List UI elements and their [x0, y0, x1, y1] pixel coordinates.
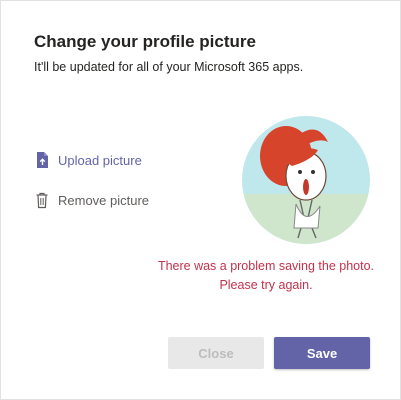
close-button[interactable]: Close — [168, 337, 264, 369]
upload-file-icon — [34, 151, 50, 169]
upload-picture-button[interactable]: Upload picture — [34, 151, 142, 169]
error-message: There was a problem saving the photo. Pl… — [157, 259, 375, 292]
profile-picture-preview — [242, 116, 370, 244]
trash-icon — [34, 191, 50, 209]
remove-picture-button[interactable]: Remove picture — [34, 191, 149, 209]
save-button[interactable]: Save — [274, 337, 370, 369]
remove-picture-label: Remove picture — [58, 192, 150, 208]
change-profile-picture-dialog: Change your profile picture It'll be upd… — [0, 0, 401, 400]
upload-picture-label: Upload picture — [58, 152, 142, 168]
dialog-subtitle: It'll be updated for all of your Microso… — [34, 60, 304, 74]
dialog-title: Change your profile picture — [34, 32, 256, 51]
